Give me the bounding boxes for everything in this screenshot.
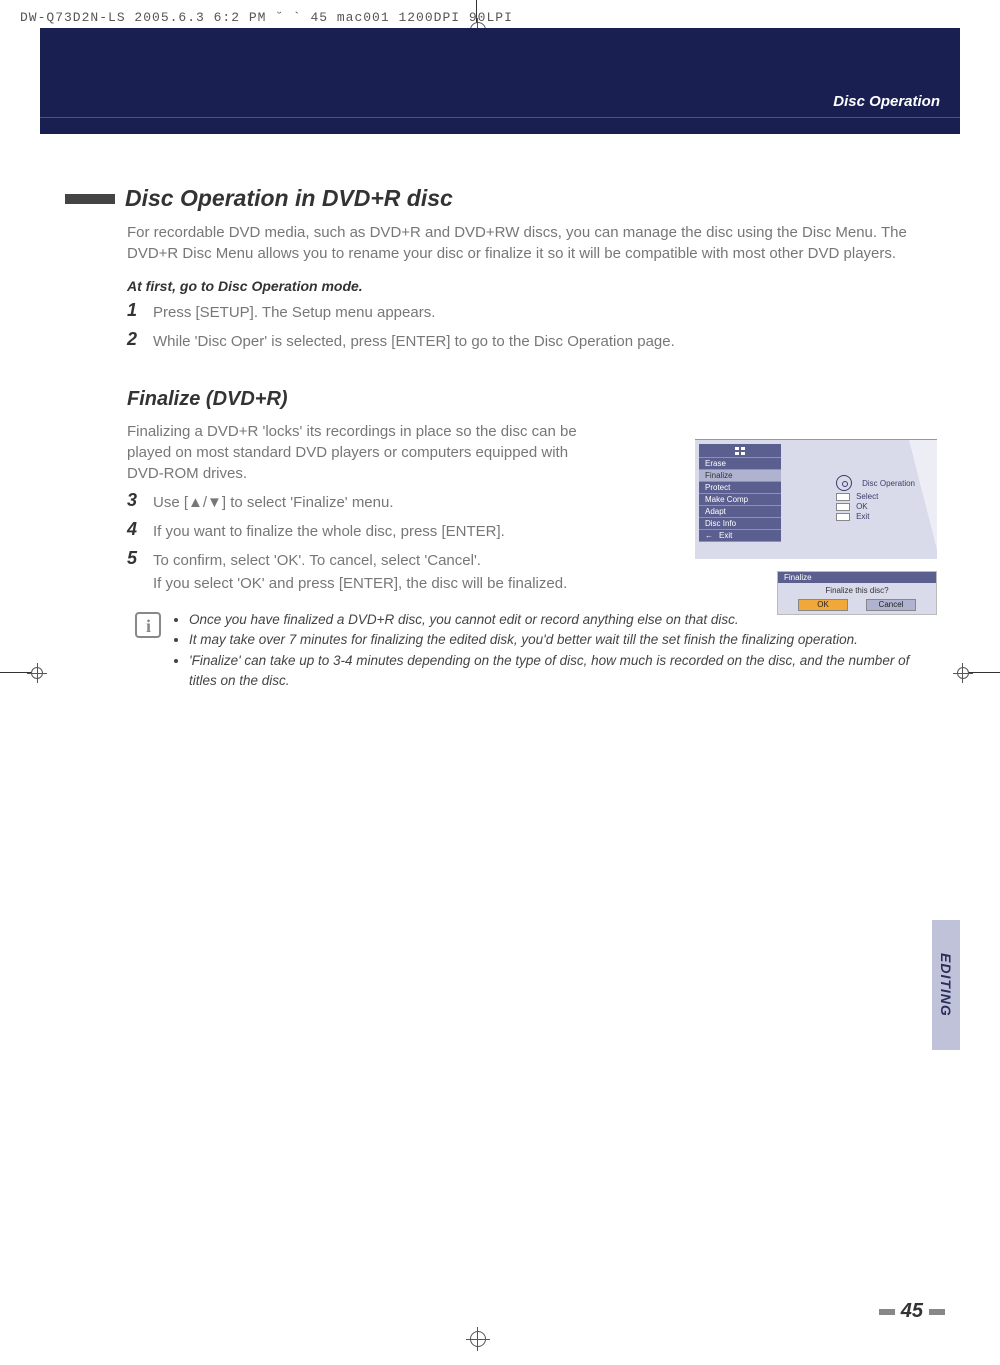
subsection-title: Finalize (DVD+R) xyxy=(127,388,935,411)
finalize-intro: Finalizing a DVD+R 'locks' its recording… xyxy=(127,421,607,484)
section-heading: Disc Operation in DVD+R disc xyxy=(65,185,935,212)
step-number: 1 xyxy=(127,300,153,321)
ok-key-icon xyxy=(836,503,850,511)
page-footer: 45 xyxy=(879,1300,945,1323)
note-item: It may take over 7 minutes for finalizin… xyxy=(189,630,925,650)
header-title: Disc Operation xyxy=(833,93,940,110)
step-number: 4 xyxy=(127,519,153,540)
section-title: Disc Operation in DVD+R disc xyxy=(125,185,453,212)
grid-icon xyxy=(699,444,781,458)
step-text: While 'Disc Oper' is selected, press [EN… xyxy=(153,329,675,352)
content-area: Disc Operation in DVD+R disc For recorda… xyxy=(65,175,935,691)
section-intro: For recordable DVD media, such as DVD+R … xyxy=(127,222,907,264)
dialog-question: Finalize this disc? xyxy=(778,583,936,599)
step-2: 2 While 'Disc Oper' is selected, press [… xyxy=(127,329,935,352)
step-text: To confirm, select 'OK'. To cancel, sele… xyxy=(153,548,481,571)
step-text: Use [▲/▼] to select 'Finalize' menu. xyxy=(153,490,394,513)
step-number: 5 xyxy=(127,548,153,569)
heading-mark-icon xyxy=(65,194,115,204)
dialog-screenshot: Finalize Finalize this disc? OK Cancel xyxy=(777,571,937,615)
dialog-title: Finalize xyxy=(778,572,936,583)
crop-mark xyxy=(37,663,38,683)
step-1: 1 Press [SETUP]. The Setup menu appears. xyxy=(127,300,935,323)
hint-exit: Exit xyxy=(856,512,869,521)
crop-mark xyxy=(962,663,963,683)
hint-panel: Disc Operation Select OK Exit xyxy=(836,474,915,522)
menu-panel: Erase Finalize Protect Make Comp Adapt D… xyxy=(699,444,781,542)
info-icon xyxy=(135,612,161,638)
menu-item-disc-info: Disc Info xyxy=(699,518,781,530)
select-key-icon xyxy=(836,493,850,501)
menu-item-protect: Protect xyxy=(699,482,781,494)
note-item: 'Finalize' can take up to 3-4 minutes de… xyxy=(189,651,925,692)
hint-title: Disc Operation xyxy=(862,479,915,488)
page-number: 45 xyxy=(901,1300,923,1323)
menu-item-make-comp: Make Comp xyxy=(699,494,781,506)
crop-mark xyxy=(466,1339,490,1340)
at-first-label: At first, go to Disc Operation mode. xyxy=(127,278,935,294)
dialog-ok-button: OK xyxy=(798,599,848,611)
header-rule xyxy=(40,117,960,118)
dialog-cancel-button: Cancel xyxy=(866,599,916,611)
menu-item-adapt: Adapt xyxy=(699,506,781,518)
notes-list: Once you have finalized a DVD+R disc, yo… xyxy=(175,610,925,691)
exit-key-icon xyxy=(836,513,850,521)
section-tab: EDITING xyxy=(932,920,960,1050)
menu-item-finalize: Finalize xyxy=(699,470,781,482)
hint-select: Select xyxy=(856,492,878,501)
source-header: DW-Q73D2N-LS 2005.6.3 6:2 PM ˘ ` 45 mac0… xyxy=(20,10,513,25)
footer-mark-icon xyxy=(929,1309,945,1315)
dialog-buttons: OK Cancel xyxy=(778,599,936,611)
crop-mark xyxy=(953,673,973,674)
step-text: Press [SETUP]. The Setup menu appears. xyxy=(153,300,435,323)
menu-item-erase: Erase xyxy=(699,458,781,470)
page-header: Disc Operation xyxy=(40,28,960,134)
menu-item-exit: ←Exit xyxy=(699,530,781,542)
hint-ok: OK xyxy=(856,502,868,511)
step-text: If you want to finalize the whole disc, … xyxy=(153,519,505,542)
crop-mark xyxy=(477,1327,478,1351)
menu-screenshot: Erase Finalize Protect Make Comp Adapt D… xyxy=(695,439,937,559)
footer-mark-icon xyxy=(879,1309,895,1315)
disc-icon xyxy=(836,475,852,491)
info-notes: Once you have finalized a DVD+R disc, yo… xyxy=(135,610,935,691)
step-number: 2 xyxy=(127,329,153,350)
tab-label: EDITING xyxy=(938,953,954,1017)
step-number: 3 xyxy=(127,490,153,511)
arrow-left-icon: ← xyxy=(705,531,713,540)
